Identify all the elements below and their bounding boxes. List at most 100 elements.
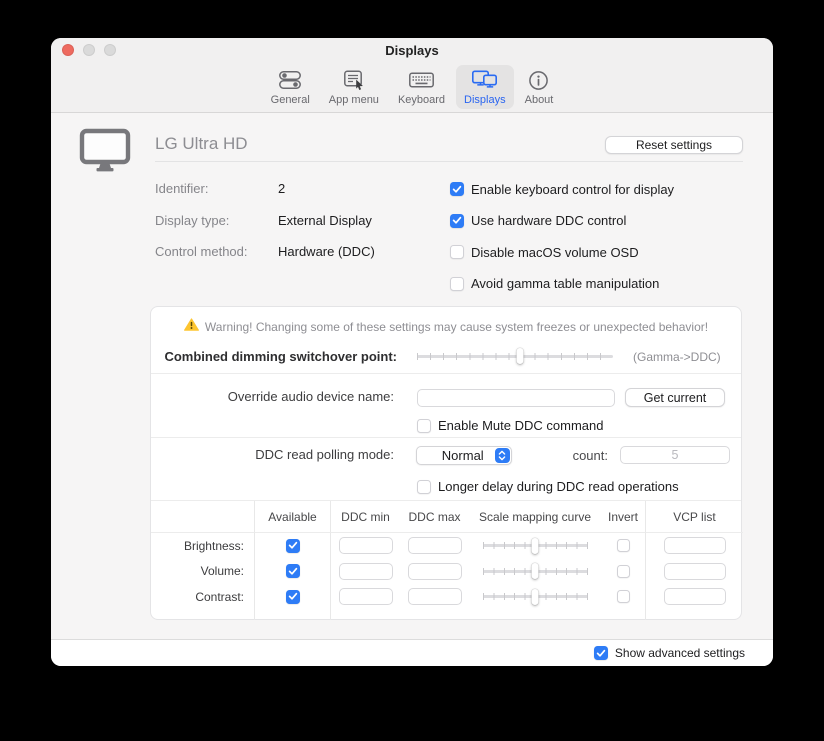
- volume-available-checkbox[interactable]: [286, 564, 300, 578]
- controls-table: Available DDC min DDC max Scale mapping …: [151, 500, 741, 619]
- dimming-suffix: (Gamma->DDC): [633, 350, 721, 364]
- warning-text: Warning! Changing some of these settings…: [205, 320, 708, 334]
- toolbar-item-label: Keyboard: [398, 94, 445, 106]
- toolbar-item-label: Displays: [464, 94, 506, 106]
- toolbar-item-general[interactable]: General: [263, 65, 318, 109]
- contrast-curve-slider[interactable]: [483, 589, 588, 605]
- volume-vcp-input[interactable]: [664, 563, 726, 580]
- info-value: Hardware (DDC): [278, 244, 375, 259]
- volume-ddc-min-input[interactable]: [339, 563, 393, 580]
- col-header-ddc-max: DDC max: [400, 501, 469, 533]
- polling-label: DDC read polling mode:: [255, 447, 394, 462]
- toolbar-item-label: About: [525, 94, 554, 106]
- avoid-gamma-checkbox[interactable]: [450, 277, 464, 291]
- option-row: Use hardware DDC control: [450, 213, 626, 228]
- volume-invert-checkbox[interactable]: [617, 565, 630, 578]
- col-header-invert: Invert: [601, 501, 646, 533]
- warning-icon: [184, 318, 199, 336]
- audio-section: Override audio device name: Get current …: [151, 373, 741, 437]
- info-label: Display type:: [155, 213, 229, 228]
- titlebar: Displays General App menu Keyboard: [51, 38, 773, 113]
- contrast-ddc-max-input[interactable]: [408, 588, 462, 605]
- monitor-icon: [79, 128, 131, 177]
- row-label-volume: Volume:: [151, 559, 255, 585]
- contrast-available-checkbox[interactable]: [286, 590, 300, 604]
- toolbar-item-displays[interactable]: Displays: [456, 65, 514, 109]
- delay-option-label: Longer delay during DDC read operations: [438, 479, 679, 494]
- brightness-ddc-max-input[interactable]: [408, 537, 462, 554]
- count-input[interactable]: 5: [620, 446, 730, 464]
- option-label: Enable keyboard control for display: [471, 182, 674, 197]
- contrast-ddc-min-input[interactable]: [339, 588, 393, 605]
- brightness-available-checkbox[interactable]: [286, 539, 300, 553]
- delay-option-row: Longer delay during DDC read operations: [417, 479, 679, 494]
- displays-icon: [471, 68, 498, 92]
- toolbar-item-app-menu[interactable]: App menu: [321, 65, 387, 109]
- toolbar: General App menu Keyboard Displays: [51, 65, 773, 109]
- toolbar-item-keyboard[interactable]: Keyboard: [390, 65, 453, 109]
- audio-label: Override audio device name:: [228, 389, 394, 404]
- info-icon: [528, 68, 549, 92]
- row-label-contrast: Contrast:: [151, 584, 255, 610]
- brightness-ddc-min-input[interactable]: [339, 537, 393, 554]
- longer-delay-checkbox[interactable]: [417, 480, 431, 494]
- displays-window: Displays General App menu Keyboard: [51, 38, 773, 666]
- col-header-curve: Scale mapping curve: [469, 501, 601, 533]
- advanced-settings-panel: Warning! Changing some of these settings…: [150, 306, 742, 620]
- option-label: Use hardware DDC control: [471, 213, 626, 228]
- display-name: LG Ultra HD: [155, 134, 248, 154]
- chevron-up-down-icon: [495, 448, 510, 463]
- show-advanced-checkbox[interactable]: [594, 646, 608, 660]
- option-label: Avoid gamma table manipulation: [471, 276, 659, 291]
- volume-curve-slider[interactable]: [483, 563, 588, 579]
- option-row: Avoid gamma table manipulation: [450, 276, 659, 291]
- disable-osd-checkbox[interactable]: [450, 245, 464, 259]
- hardware-ddc-checkbox[interactable]: [450, 214, 464, 228]
- col-header-available: Available: [255, 501, 331, 533]
- info-value: External Display: [278, 213, 372, 228]
- toolbar-item-label: App menu: [329, 94, 379, 106]
- dimming-label: Combined dimming switchover point:: [164, 349, 397, 364]
- col-header-vcp: VCP list: [646, 501, 743, 533]
- option-label: Disable macOS volume OSD: [471, 245, 639, 260]
- slider-thumb[interactable]: [532, 538, 539, 554]
- show-advanced-label: Show advanced settings: [615, 646, 745, 660]
- col-header-ddc-min: DDC min: [331, 501, 400, 533]
- window-title: Displays: [51, 43, 773, 58]
- slider-thumb[interactable]: [517, 348, 524, 364]
- volume-ddc-max-input[interactable]: [408, 563, 462, 580]
- toolbar-item-about[interactable]: About: [517, 65, 562, 109]
- reset-settings-button[interactable]: Reset settings: [605, 136, 743, 154]
- toolbar-item-label: General: [271, 94, 310, 106]
- info-label: Identifier:: [155, 181, 208, 196]
- contrast-vcp-input[interactable]: [664, 588, 726, 605]
- polling-mode-select[interactable]: Normal: [416, 446, 512, 465]
- count-label: count:: [573, 448, 608, 463]
- contrast-invert-checkbox[interactable]: [617, 590, 630, 603]
- brightness-invert-checkbox[interactable]: [617, 539, 630, 552]
- polling-section: DDC read polling mode: Normal count: 5 L…: [151, 437, 741, 500]
- keyboard-icon: [408, 68, 435, 92]
- option-row: Enable keyboard control for display: [450, 182, 674, 197]
- brightness-curve-slider[interactable]: [483, 538, 588, 554]
- header-divider: [155, 161, 743, 162]
- mute-option-row: Enable Mute DDC command: [417, 418, 603, 433]
- info-label: Control method:: [155, 244, 248, 259]
- brightness-vcp-input[interactable]: [664, 537, 726, 554]
- table-corner: [151, 501, 255, 533]
- keyboard-control-checkbox[interactable]: [450, 182, 464, 196]
- mute-ddc-checkbox[interactable]: [417, 419, 431, 433]
- dimming-section: Warning! Changing some of these settings…: [151, 307, 741, 373]
- option-row: Disable macOS volume OSD: [450, 245, 639, 260]
- audio-name-input[interactable]: [417, 389, 615, 407]
- footer-bar: Show advanced settings: [51, 639, 773, 666]
- dimming-slider[interactable]: [417, 348, 613, 364]
- slider-thumb[interactable]: [532, 563, 539, 579]
- mute-option-label: Enable Mute DDC command: [438, 418, 603, 433]
- info-value: 2: [278, 181, 285, 196]
- app-menu-icon: [343, 68, 365, 92]
- slider-thumb[interactable]: [532, 589, 539, 605]
- get-current-button[interactable]: Get current: [625, 388, 725, 407]
- general-icon: [277, 68, 303, 92]
- polling-mode-value: Normal: [417, 448, 495, 463]
